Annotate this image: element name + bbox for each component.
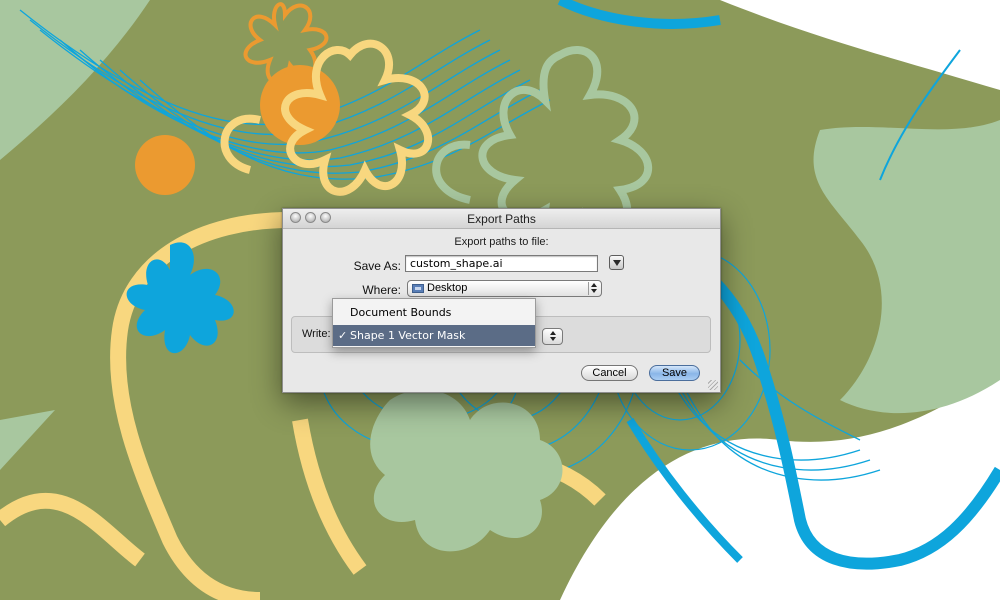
menu-item-document-bounds[interactable]: Document Bounds <box>333 302 535 323</box>
resize-grip-icon[interactable] <box>708 380 718 390</box>
save-as-input[interactable] <box>405 255 598 272</box>
updown-arrows-icon <box>588 282 599 295</box>
menu-item-label: Shape 1 Vector Mask <box>350 329 466 342</box>
where-value: Desktop <box>427 282 468 294</box>
expand-browser-button[interactable] <box>609 255 624 270</box>
dialog-title: Export Paths <box>467 212 536 226</box>
up-arrow-icon <box>550 331 556 335</box>
menu-item-shape-1-vector-mask[interactable]: ✓ Shape 1 Vector Mask <box>333 325 535 346</box>
dialog-titlebar[interactable]: Export Paths <box>283 209 720 229</box>
save-button[interactable]: Save <box>649 365 700 381</box>
write-popup-button[interactable] <box>542 328 563 345</box>
where-popup-button[interactable]: Desktop <box>407 280 602 297</box>
cancel-button[interactable]: Cancel <box>581 365 638 381</box>
down-arrow-icon <box>550 337 556 341</box>
write-label: Write: <box>302 328 331 340</box>
write-dropdown-menu: Document Bounds ✓ Shape 1 Vector Mask <box>332 298 536 348</box>
save-as-label: Save As: <box>353 259 401 273</box>
disclosure-triangle-icon <box>613 260 621 266</box>
desktop-folder-icon <box>412 284 424 293</box>
where-label: Where: <box>362 283 401 297</box>
menu-item-label: Document Bounds <box>350 306 452 319</box>
dialog-subtitle: Export paths to file: <box>454 236 549 248</box>
checkmark-icon: ✓ <box>338 329 348 342</box>
